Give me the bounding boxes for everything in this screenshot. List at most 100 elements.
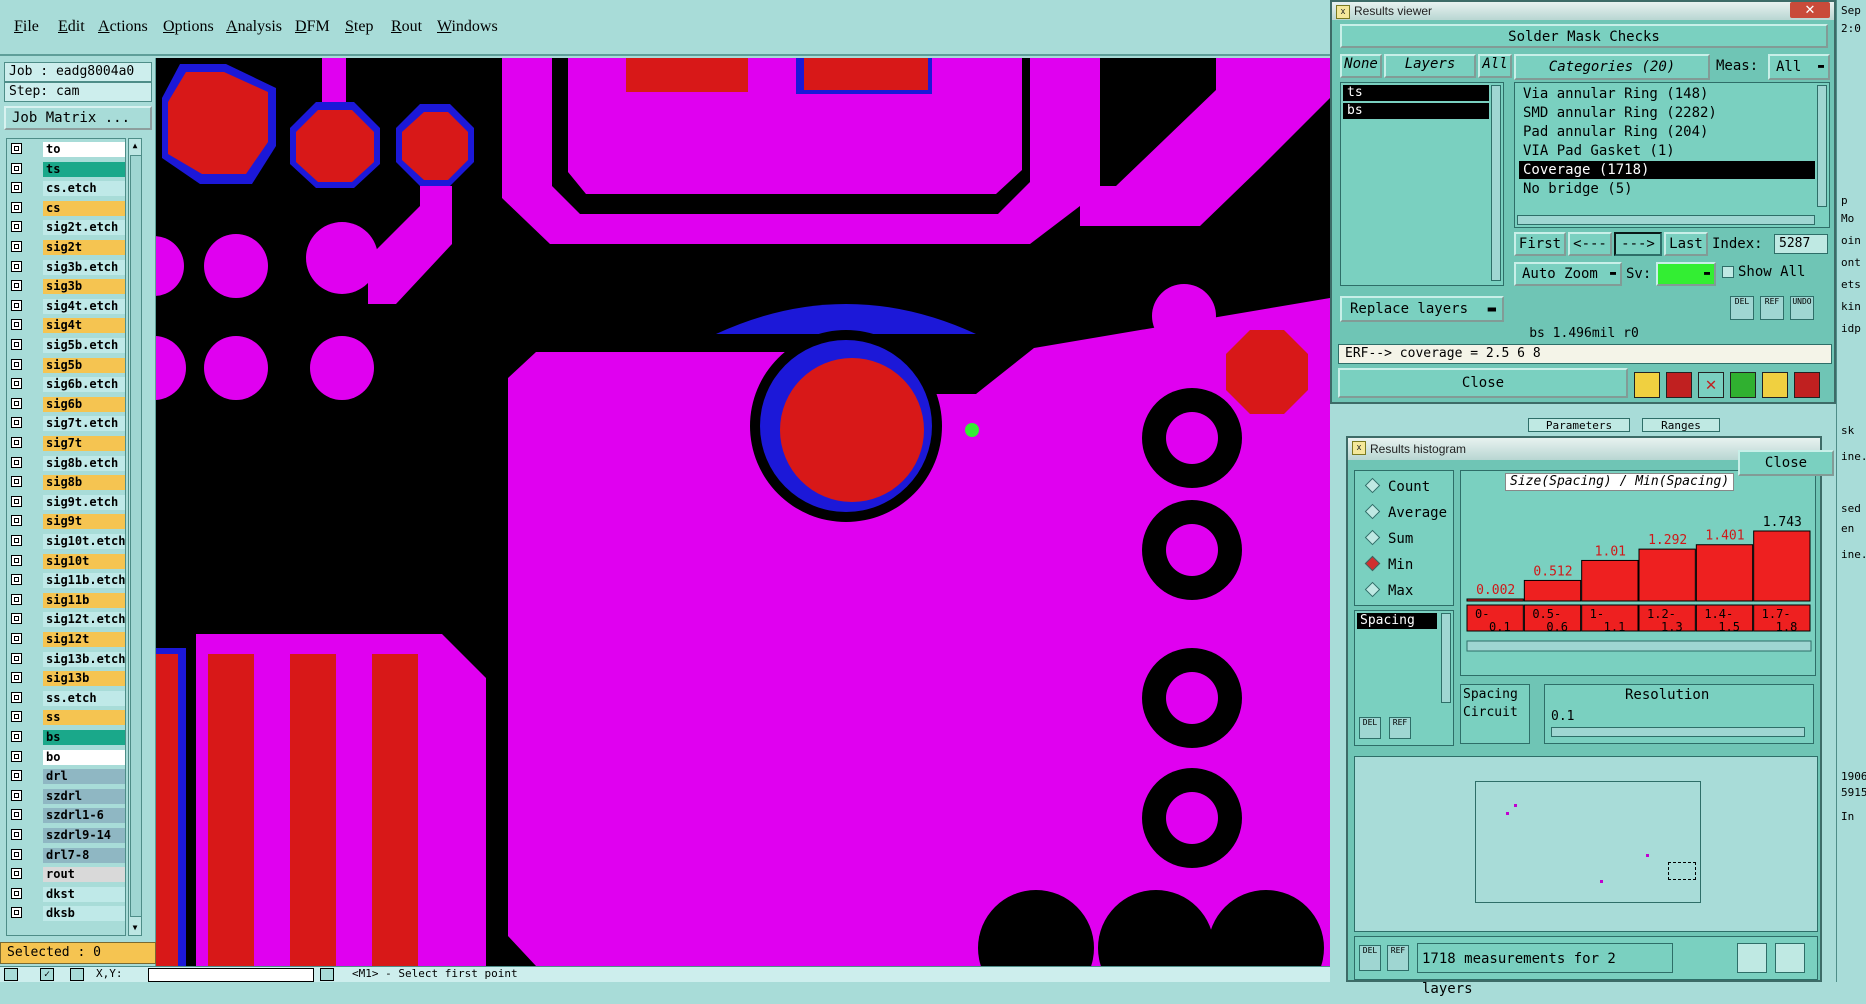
layer-row[interactable]: dkst: [9, 886, 125, 903]
overview-viewport[interactable]: [1668, 862, 1696, 880]
layer-checkbox[interactable]: [11, 574, 22, 586]
agg-option-count[interactable]: Count: [1364, 477, 1430, 495]
layer-row[interactable]: sig9t: [9, 513, 125, 530]
layer-checkbox[interactable]: [11, 241, 22, 252]
layer-checkbox[interactable]: [11, 515, 22, 527]
category-item[interactable]: SMD annular Ring (2282): [1519, 104, 1815, 122]
layer-row[interactable]: sig10t: [9, 553, 125, 570]
results-viewer-titlebar[interactable]: x Results viewer ✕: [1332, 2, 1834, 20]
error-marker[interactable]: [965, 423, 979, 437]
layer-row[interactable]: sig11b.etch: [9, 572, 125, 589]
delete-icon[interactable]: DEL: [1730, 296, 1754, 320]
auto-zoom-dropdown[interactable]: Auto Zoom ▬: [1514, 262, 1622, 286]
layer-checkbox[interactable]: [11, 593, 22, 605]
measure-list-scrollbar[interactable]: [1441, 613, 1451, 703]
layer-row[interactable]: drl: [9, 768, 125, 785]
layer-row[interactable]: szdrl: [9, 788, 125, 805]
menu-actions[interactable]: Actions: [98, 18, 148, 36]
menu-rout[interactable]: Rout: [391, 18, 422, 36]
dimension-circuit[interactable]: Circuit: [1463, 705, 1518, 720]
categories-list[interactable]: Via annular Ring (148) SMD annular Ring (…: [1514, 82, 1830, 228]
show-all-checkbox[interactable]: [1722, 266, 1734, 278]
layer-row[interactable]: sig13b: [9, 670, 125, 687]
layer-row[interactable]: sig4t.etch: [9, 298, 125, 315]
layer-row[interactable]: sig7t.etch: [9, 415, 125, 432]
layer-row[interactable]: sig12t: [9, 631, 125, 648]
layer-row[interactable]: sig8b: [9, 474, 125, 491]
layer-checkbox[interactable]: [11, 280, 22, 292]
close-window-icon[interactable]: ✕: [1790, 2, 1830, 18]
histogram-bar[interactable]: [1753, 530, 1811, 602]
job-matrix-button[interactable]: Job Matrix ...: [4, 106, 152, 130]
layer-checkbox[interactable]: [11, 711, 22, 723]
layer-row[interactable]: cs.etch: [9, 180, 125, 197]
layer-row[interactable]: sig3b.etch: [9, 259, 125, 276]
layer-checkbox[interactable]: [11, 162, 22, 174]
layer-row[interactable]: sig10t.etch: [9, 533, 125, 550]
layer-row[interactable]: sig5b: [9, 357, 125, 374]
menu-dfm[interactable]: DFM: [295, 18, 330, 36]
pcb-canvas[interactable]: [156, 58, 1330, 966]
radio-icon[interactable]: [1364, 503, 1381, 520]
last-button[interactable]: Last: [1664, 232, 1708, 256]
menu-windows[interactable]: Windows: [437, 18, 498, 36]
agg-option-sum[interactable]: Sum: [1364, 529, 1413, 547]
histogram-bar[interactable]: [1466, 598, 1524, 602]
layer-row[interactable]: sig6b.etch: [9, 376, 125, 393]
mark-icon[interactable]: [1634, 372, 1660, 398]
category-item[interactable]: No bridge (5): [1519, 180, 1815, 198]
layer-checkbox[interactable]: [11, 672, 22, 684]
resolution-slider[interactable]: [1551, 727, 1805, 737]
histogram-scrollbar[interactable]: [1466, 640, 1812, 652]
overview-map[interactable]: [1475, 781, 1701, 903]
delete-icon[interactable]: DEL: [1359, 945, 1381, 971]
radio-icon[interactable]: [1364, 529, 1381, 546]
sv-color-dropdown[interactable]: ▬: [1656, 262, 1716, 286]
layer-checkbox[interactable]: [11, 221, 22, 233]
layer-checkbox[interactable]: [11, 495, 22, 507]
agg-option-min[interactable]: Min: [1364, 555, 1413, 573]
layer-checkbox[interactable]: [11, 182, 22, 194]
layer-row[interactable]: ss.etch: [9, 690, 125, 707]
index-input[interactable]: 5287: [1774, 234, 1828, 254]
export-histogram-icon[interactable]: [1775, 943, 1805, 973]
menu-edit[interactable]: Edit: [58, 18, 85, 36]
layer-checkbox[interactable]: [11, 339, 22, 350]
refresh-icon[interactable]: REF: [1389, 717, 1411, 739]
ranges-tab[interactable]: Ranges: [1642, 418, 1720, 432]
radio-icon[interactable]: [1364, 555, 1381, 572]
scroll-thumb[interactable]: [130, 155, 142, 917]
replace-layers-dropdown[interactable]: Replace layers ▬: [1340, 296, 1504, 322]
menu-file[interactable]: File: [14, 18, 39, 36]
undo-icon[interactable]: UNDO: [1790, 296, 1814, 320]
layer-row[interactable]: dksb: [9, 905, 125, 922]
layer-checkbox[interactable]: [11, 319, 22, 331]
check-icon[interactable]: ✓: [40, 968, 54, 981]
scroll-up-icon[interactable]: ▲: [130, 141, 140, 151]
layer-checkbox[interactable]: [11, 868, 22, 880]
layer-checkbox[interactable]: [11, 417, 22, 429]
layer-row[interactable]: sig9t.etch: [9, 494, 125, 511]
parameters-tab[interactable]: Parameters: [1528, 418, 1630, 432]
cancel-icon[interactable]: ✕: [1698, 372, 1724, 398]
histogram-bar[interactable]: [1638, 548, 1696, 602]
categories-header[interactable]: Categories (20): [1514, 54, 1710, 80]
layer-checkbox[interactable]: [11, 143, 22, 154]
layer-row[interactable]: drl7-8: [9, 847, 125, 864]
layers-button[interactable]: Layers: [1384, 54, 1476, 78]
layer-row[interactable]: sig4t: [9, 317, 125, 334]
layer-checkbox[interactable]: [11, 554, 22, 566]
category-item[interactable]: Pad annular Ring (204): [1519, 123, 1815, 141]
layer-row[interactable]: sig11b: [9, 592, 125, 609]
layer-row[interactable]: rout: [9, 866, 125, 883]
layer-checkbox[interactable]: [11, 437, 22, 448]
category-item[interactable]: Coverage (1718): [1519, 161, 1815, 179]
dimension-list[interactable]: Spacing Circuit: [1460, 684, 1530, 744]
check-icon[interactable]: [1730, 372, 1756, 398]
layer-list-scrollbar[interactable]: [1491, 85, 1501, 281]
agg-option-average[interactable]: Average: [1364, 503, 1447, 521]
layer-row[interactable]: sig2t: [9, 239, 125, 256]
xy-button[interactable]: [320, 968, 334, 981]
layer-row[interactable]: ts: [9, 161, 125, 178]
layer-row[interactable]: szdrl1-6: [9, 807, 125, 824]
